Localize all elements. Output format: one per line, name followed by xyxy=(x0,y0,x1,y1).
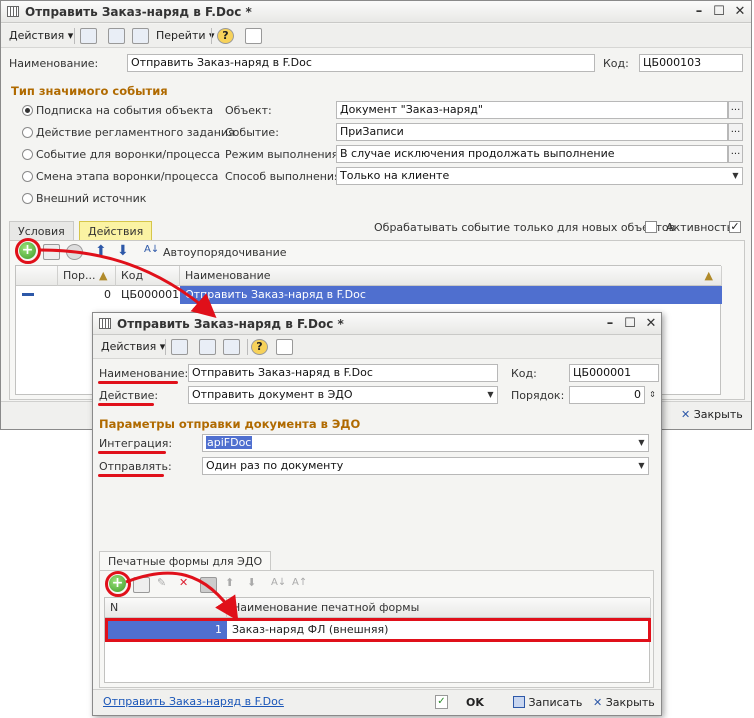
annotation-arrows xyxy=(39,248,239,622)
arrow-to-print-row xyxy=(125,571,239,622)
arrow-to-dialog xyxy=(39,248,217,318)
